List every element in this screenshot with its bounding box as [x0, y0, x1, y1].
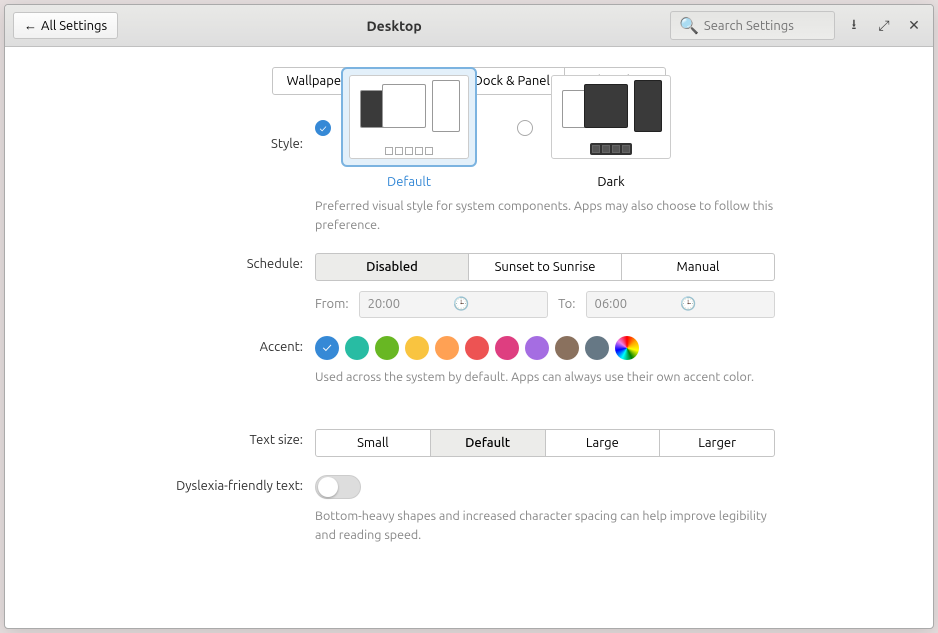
- style-row: Style: Default: [25, 67, 913, 235]
- schedule-disabled[interactable]: Disabled: [315, 253, 469, 281]
- clock-icon: 🕒: [453, 297, 539, 312]
- textsize-segmented: Small Default Large Larger: [315, 429, 775, 457]
- accent-swatch-6[interactable]: [495, 336, 519, 360]
- style-option-default[interactable]: Default: [341, 67, 477, 189]
- from-label: From:: [315, 297, 349, 311]
- textsize-default[interactable]: Default: [430, 429, 546, 457]
- from-time-input[interactable]: 20:00 🕒: [359, 291, 549, 318]
- back-label: All Settings: [41, 19, 107, 33]
- from-value: 20:00: [368, 297, 454, 311]
- accent-swatches: ✓: [315, 336, 775, 360]
- to-time-input[interactable]: 06:00 🕒: [586, 291, 776, 318]
- settings-window: ← All Settings Desktop 🔍 ⭳ ⤢ ✕ Wallpaper…: [4, 4, 934, 629]
- accent-swatch-custom[interactable]: [615, 336, 639, 360]
- content-area: Wallpaper Appearance Dock & Panel Multit…: [5, 47, 933, 628]
- textsize-row: Text size: Small Default Large Larger: [25, 429, 913, 457]
- search-icon: 🔍: [679, 16, 699, 35]
- textsize-label: Text size:: [25, 429, 315, 457]
- style-default-label: Default: [341, 175, 477, 189]
- dyslexia-label: Dyslexia-friendly text:: [25, 475, 315, 545]
- accent-swatch-1[interactable]: [345, 336, 369, 360]
- dyslexia-row: Dyslexia-friendly text: Bottom-heavy sha…: [25, 475, 913, 545]
- accent-swatch-7[interactable]: [525, 336, 549, 360]
- window-title: Desktop: [126, 18, 662, 34]
- accent-swatch-9[interactable]: [585, 336, 609, 360]
- arrow-left-icon: ←: [24, 18, 37, 33]
- close-icon[interactable]: ✕: [903, 15, 925, 37]
- to-label: To:: [558, 297, 575, 311]
- accent-swatch-5[interactable]: [465, 336, 489, 360]
- schedule-manual[interactable]: Manual: [621, 253, 775, 281]
- schedule-row: Schedule: Disabled Sunset to Sunrise Man…: [25, 253, 913, 318]
- maximize-icon[interactable]: ⤢: [873, 15, 895, 37]
- textsize-large[interactable]: Large: [545, 429, 661, 457]
- accent-label: Accent:: [25, 336, 315, 387]
- accent-swatch-8[interactable]: [555, 336, 579, 360]
- textsize-larger[interactable]: Larger: [659, 429, 775, 457]
- accent-row: Accent: ✓ Used across the system by defa…: [25, 336, 913, 387]
- style-desc: Preferred visual style for system compon…: [315, 197, 775, 235]
- style-radio-dark[interactable]: [517, 120, 533, 136]
- style-label: Style:: [25, 67, 315, 235]
- search-input[interactable]: [704, 19, 826, 33]
- dyslexia-toggle[interactable]: [315, 475, 361, 499]
- textsize-small[interactable]: Small: [315, 429, 431, 457]
- accent-swatch-4[interactable]: [435, 336, 459, 360]
- clock-icon: 🕒: [680, 297, 766, 312]
- back-button[interactable]: ← All Settings: [13, 12, 118, 39]
- accent-swatch-3[interactable]: [405, 336, 429, 360]
- search-field[interactable]: 🔍: [670, 11, 835, 40]
- style-option-dark[interactable]: Dark: [543, 67, 679, 189]
- accent-desc: Used across the system by default. Apps …: [315, 368, 775, 387]
- download-icon[interactable]: ⭳: [843, 15, 865, 37]
- style-radio-default[interactable]: [315, 120, 331, 136]
- schedule-segmented: Disabled Sunset to Sunrise Manual: [315, 253, 775, 281]
- schedule-sunset[interactable]: Sunset to Sunrise: [468, 253, 622, 281]
- dyslexia-desc: Bottom-heavy shapes and increased charac…: [315, 507, 775, 545]
- to-value: 06:00: [595, 297, 681, 311]
- accent-swatch-2[interactable]: [375, 336, 399, 360]
- accent-swatch-0[interactable]: ✓: [315, 336, 339, 360]
- titlebar: ← All Settings Desktop 🔍 ⭳ ⤢ ✕: [5, 5, 933, 47]
- style-dark-label: Dark: [543, 175, 679, 189]
- schedule-label: Schedule:: [25, 253, 315, 318]
